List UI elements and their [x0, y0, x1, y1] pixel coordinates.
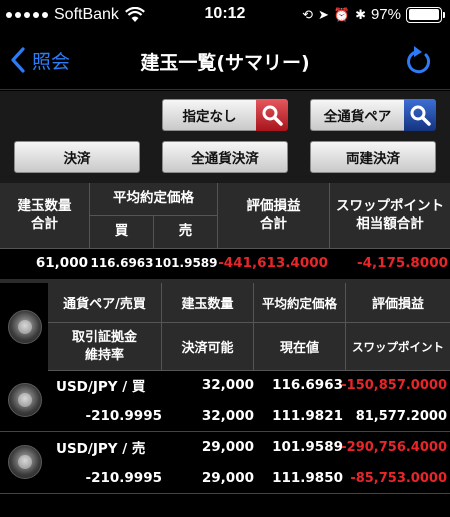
summary-header-pl: 評価損益 合計	[218, 183, 330, 249]
page-title: 建玉一覧(サマリー)	[140, 52, 310, 74]
status-bar: SoftBank 10:12 ⟲ ➤ ⏰ ✱ 97%	[0, 0, 450, 32]
position-radio[interactable]	[8, 445, 42, 479]
specified-filter-button[interactable]: 指定なし	[162, 99, 288, 131]
specified-filter-label: 指定なし	[162, 99, 256, 131]
battery-icon	[406, 6, 445, 23]
position-swap: 81,577.2000	[355, 408, 447, 424]
list-header-swap: スワップポイント	[346, 323, 450, 371]
positions-list: 通貨ペア/売買 建玉数量 平均約定価格 評価損益 取引証拠金 維持率 決済可能 …	[0, 279, 450, 517]
summary-header-avg-price: 平均約定価格	[90, 183, 218, 216]
status-right: ⟲ ➤ ⏰ ✱ 97%	[302, 6, 445, 23]
position-radio[interactable]	[8, 383, 42, 417]
position-pair-side[interactable]: USD/JPY / 売	[56, 433, 166, 461]
list-header-avg-price: 平均約定価格	[254, 283, 346, 323]
summary-pl-value: -441,613.4000	[218, 249, 330, 279]
position-avg-price: 116.6963	[272, 377, 343, 393]
list-header-pair-side: 通貨ペア/売買	[48, 283, 162, 323]
summary-header-buy: 買	[90, 216, 154, 249]
summary-qty-value: 61,000	[0, 249, 90, 279]
select-all-radio[interactable]	[8, 310, 42, 344]
nav-bar: 照会 建玉一覧(サマリー)	[0, 32, 450, 90]
search-icon	[256, 99, 288, 131]
position-pair-side[interactable]: USD/JPY / 買	[56, 371, 166, 399]
position-pl: -290,756.4000	[341, 439, 447, 455]
position-current: 111.9821	[272, 408, 343, 424]
list-header-margin-ratio: 取引証拠金 維持率	[48, 323, 162, 371]
bluetooth-icon: ✱	[355, 6, 366, 22]
all-pair-settle-button[interactable]: 全通貨決済	[162, 141, 288, 173]
summary-avg-buy-value: 116.6963	[90, 249, 154, 279]
pair-filter-button[interactable]: 全通貨ペア	[310, 99, 436, 131]
list-header-pl: 評価損益	[346, 283, 450, 323]
summary-avg-sell-value: 101.9589	[154, 249, 218, 279]
pair-filter-label: 全通貨ペア	[310, 99, 404, 131]
summary-header-sell: 売	[154, 216, 218, 249]
position-swap: -85,753.0000	[350, 470, 447, 486]
position-avg-price: 101.9589	[272, 439, 343, 455]
summary-swap-value: -4,175.8000	[330, 249, 450, 279]
position-qty: 29,000	[201, 439, 254, 455]
row-divider	[0, 493, 450, 494]
orientation-lock-icon: ⟲	[302, 6, 313, 22]
action-panel: 指定なし 全通貨ペア 決済 全通貨決済 両建決済	[0, 91, 450, 183]
location-icon: ➤	[317, 6, 329, 22]
summary-table: 建玉数量 合計 平均約定価格 買 売 評価損益 合計 スワップポイント 相当額合…	[0, 183, 450, 279]
both-settle-button[interactable]: 両建決済	[310, 141, 436, 173]
row-divider	[0, 431, 450, 432]
search-icon	[404, 99, 436, 131]
position-qty: 32,000	[201, 377, 254, 393]
settle-button[interactable]: 決済	[14, 141, 140, 173]
position-pl: -150,857.0000	[341, 377, 447, 393]
summary-header-swap: スワップポイント 相当額合計	[330, 183, 450, 249]
alarm-icon: ⏰	[333, 6, 351, 22]
position-closable: 32,000	[201, 408, 254, 424]
battery-percent: 97%	[370, 6, 401, 23]
summary-header-qty: 建玉数量 合計	[0, 183, 90, 249]
position-margin-ratio: -210.9995	[85, 408, 163, 424]
list-header-qty: 建玉数量	[162, 283, 254, 323]
position-margin-ratio: -210.9995	[85, 470, 163, 486]
position-current: 111.9850	[272, 470, 343, 486]
refresh-icon[interactable]	[404, 44, 432, 74]
list-header-current: 現在値	[254, 323, 346, 371]
battery-fill	[408, 9, 439, 20]
list-header-closable: 決済可能	[162, 323, 254, 371]
position-closable: 29,000	[201, 470, 254, 486]
